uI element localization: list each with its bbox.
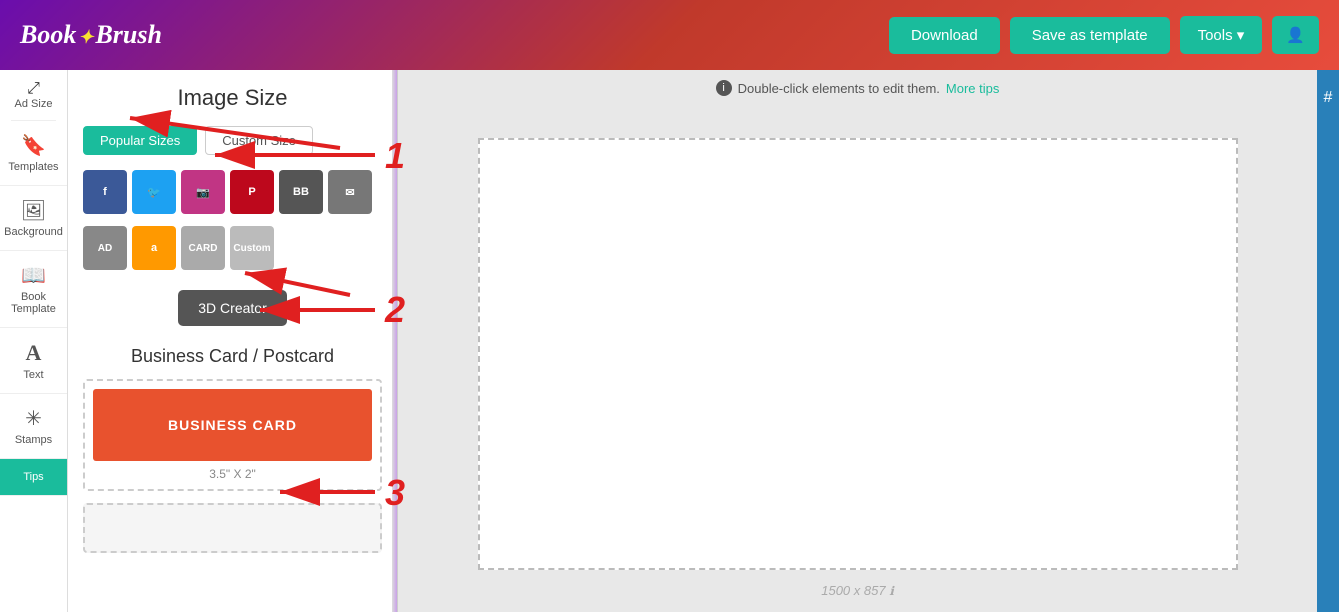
tips-label: Tips xyxy=(23,471,43,483)
hashtag-icon: # xyxy=(1324,89,1333,107)
email-size-btn[interactable]: ✉ xyxy=(328,170,372,214)
postcard-item[interactable] xyxy=(83,503,382,553)
canvas-area: i Double-click elements to edit them. Mo… xyxy=(398,70,1317,612)
header: Book✦Brush Download Save as template Too… xyxy=(0,0,1339,70)
bb-size-btn[interactable]: BB xyxy=(279,170,323,214)
adsize-label: Ad Size xyxy=(15,98,53,110)
stamps-label: Stamps xyxy=(15,434,52,446)
twitter-icon: 🐦 xyxy=(147,186,161,199)
hashtag-button[interactable]: # xyxy=(1317,78,1339,118)
business-card-preview: BUSINESS CARD xyxy=(93,389,372,461)
sidebar-item-background[interactable]: 🖼 Background xyxy=(0,186,67,251)
sidebar-item-adsize[interactable]: ⤢ Ad Size xyxy=(11,70,57,121)
ad-icon: AD xyxy=(98,243,112,254)
panel-resize-handle[interactable] xyxy=(392,70,397,612)
more-tips-link[interactable]: More tips xyxy=(946,81,999,96)
expand-icon: ⤢ xyxy=(27,80,40,98)
header-right: Download Save as template Tools ▾ 👤 xyxy=(889,16,1319,54)
logo: Book✦Brush xyxy=(20,20,162,50)
book-template-label: Book Template xyxy=(4,291,63,315)
3d-creator-container: 3D Creator xyxy=(83,282,382,346)
tab-row: Popular Sizes Custom Size xyxy=(83,126,382,155)
logo-text: Book✦Brush xyxy=(20,20,162,50)
sidebar-item-book-template[interactable]: 📖 Book Template xyxy=(0,251,67,328)
instagram-icon: 📷 xyxy=(196,186,210,199)
download-button[interactable]: Download xyxy=(889,17,1000,54)
amazon-icon: a xyxy=(151,242,157,254)
text-icon: A xyxy=(26,340,42,366)
right-accent: # xyxy=(1317,70,1339,612)
ad-size-btn[interactable]: AD xyxy=(83,226,127,270)
canvas-size-label: 1500 x 857 ℹ xyxy=(821,583,894,598)
info-message: Double-click elements to edit them. xyxy=(738,81,940,96)
stamps-icon: ✳ xyxy=(25,406,42,431)
custom-icon: Custom xyxy=(233,243,270,254)
ad-icons-row: AD a CARD Custom xyxy=(83,226,382,270)
3d-creator-button[interactable]: 3D Creator xyxy=(178,290,286,326)
amazon-size-btn[interactable]: a xyxy=(132,226,176,270)
business-card-item[interactable]: BUSINESS CARD 3.5" X 2" xyxy=(83,379,382,491)
bb-icon: BB xyxy=(293,186,309,198)
card-size-text: 3.5" X 2" xyxy=(93,467,372,481)
facebook-icon: f xyxy=(103,186,107,198)
templates-label: Templates xyxy=(8,161,58,173)
info-icon: i xyxy=(716,80,732,96)
user-button[interactable]: 👤 xyxy=(1272,16,1319,54)
pinterest-size-btn[interactable]: P xyxy=(230,170,274,214)
logo-star: ✦ xyxy=(78,27,93,47)
sidebar-item-tips[interactable]: Tips xyxy=(0,459,67,496)
sidebar-item-stamps[interactable]: ✳ Stamps xyxy=(0,394,67,459)
social-icons-row: f 🐦 📷 P BB ✉ xyxy=(83,170,382,214)
card-icon: CARD xyxy=(189,243,218,254)
main-container: ⤢ Ad Size 🔖 Templates 🖼 Background 📖 Boo… xyxy=(0,70,1339,612)
tab-custom-size[interactable]: Custom Size xyxy=(205,126,313,155)
section-title: Business Card / Postcard xyxy=(83,346,382,367)
save-template-button[interactable]: Save as template xyxy=(1010,17,1170,54)
panel-inner: Image Size Popular Sizes Custom Size f 🐦… xyxy=(68,70,397,580)
left-sidebar: ⤢ Ad Size 🔖 Templates 🖼 Background 📖 Boo… xyxy=(0,70,68,612)
twitter-size-btn[interactable]: 🐦 xyxy=(132,170,176,214)
card-size-btn[interactable]: CARD xyxy=(181,226,225,270)
book-icon: 📖 xyxy=(21,263,46,288)
tab-popular-sizes[interactable]: Popular Sizes xyxy=(83,126,197,155)
panel-title: Image Size xyxy=(83,85,382,111)
background-icon: 🖼 xyxy=(21,198,46,223)
canvas-board[interactable] xyxy=(478,138,1238,570)
canvas-container: 1500 x 857 ℹ xyxy=(478,138,1238,570)
sidebar-item-text[interactable]: A Text xyxy=(0,328,67,394)
text-label: Text xyxy=(23,369,43,381)
email-icon: ✉ xyxy=(345,186,354,199)
facebook-size-btn[interactable]: f xyxy=(83,170,127,214)
user-icon: 👤 xyxy=(1286,27,1305,44)
templates-icon: 🔖 xyxy=(21,133,46,158)
pinterest-icon: P xyxy=(248,186,255,198)
instagram-size-btn[interactable]: 📷 xyxy=(181,170,225,214)
sidebar-item-templates[interactable]: 🔖 Templates xyxy=(0,121,67,186)
panel: Image Size Popular Sizes Custom Size f 🐦… xyxy=(68,70,398,612)
tools-button[interactable]: Tools ▾ xyxy=(1180,16,1263,54)
canvas-size-info-icon: ℹ xyxy=(889,584,894,598)
background-label: Background xyxy=(4,226,63,238)
canvas-wrapper: 1500 x 857 ℹ xyxy=(408,106,1307,602)
info-bar: i Double-click elements to edit them. Mo… xyxy=(408,80,1307,96)
custom-size-btn[interactable]: Custom xyxy=(230,226,274,270)
